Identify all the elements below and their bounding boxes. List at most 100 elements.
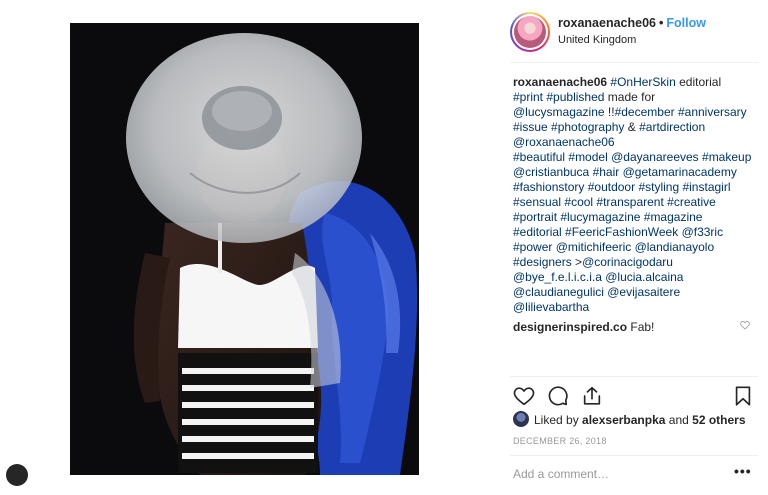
caption-line: #beautiful #model @dayanareeves #makeup bbox=[513, 150, 763, 165]
mention-link[interactable]: @lucysmagazine bbox=[513, 105, 605, 119]
post-caption: roxanaenache06 #OnHerSkin editorial #prin… bbox=[513, 75, 763, 315]
caption-line: #sensual #cool #transparent #creative bbox=[513, 195, 763, 210]
hashtag-link[interactable]: #instagirl bbox=[682, 180, 730, 194]
mention-link[interactable]: @landianayolo bbox=[635, 240, 715, 254]
comment-text: Fab! bbox=[630, 320, 655, 334]
mention-link[interactable]: @evijasaitere bbox=[607, 285, 680, 299]
mention-link[interactable]: @bye_f.e.l.i.c.i.a bbox=[513, 270, 602, 284]
hashtag-link[interactable]: #artdirection bbox=[639, 120, 705, 134]
comment-divider bbox=[510, 455, 758, 456]
share-icon bbox=[583, 386, 601, 405]
hashtag-link[interactable]: #lucymagazine bbox=[560, 210, 640, 224]
caption-line: @claudianegulici @evijasaitere bbox=[513, 285, 763, 300]
share-button[interactable] bbox=[581, 385, 603, 407]
mention-link[interactable]: @cristianbuca bbox=[513, 165, 589, 179]
caption-text: !! bbox=[604, 105, 615, 119]
mention-link[interactable]: @claudianegulici bbox=[513, 285, 604, 299]
hashtag-link[interactable]: #published bbox=[546, 90, 604, 104]
hashtag-link[interactable]: #beautiful bbox=[513, 150, 565, 164]
hashtag-link[interactable]: #magazine bbox=[644, 210, 703, 224]
add-comment-input[interactable] bbox=[513, 467, 693, 481]
liker-avatar[interactable] bbox=[513, 411, 529, 427]
post-date[interactable]: DECEMBER 26, 2018 bbox=[513, 436, 607, 446]
action-bar bbox=[513, 385, 753, 407]
photo-illustration bbox=[70, 23, 419, 475]
header-divider bbox=[510, 62, 758, 63]
caption-text: made for bbox=[604, 90, 656, 104]
caption-line: #issue #photography & #artdirection bbox=[513, 120, 763, 135]
caption-line: #fashionstory #outdoor #styling #instagi… bbox=[513, 180, 763, 195]
caption-line: #portrait #lucymagazine #magazine bbox=[513, 210, 763, 225]
hashtag-link[interactable]: #makeup bbox=[702, 150, 751, 164]
comment-item: designerinspired.co Fab! bbox=[513, 320, 763, 334]
post-header: roxanaenache06 • Follow United Kingdom bbox=[510, 12, 760, 52]
comment-button[interactable] bbox=[547, 385, 569, 407]
hashtag-link[interactable]: #portrait bbox=[513, 210, 557, 224]
hashtag-link[interactable]: #photography bbox=[551, 120, 624, 134]
hashtag-link[interactable]: #creative bbox=[667, 195, 716, 209]
location-link[interactable]: United Kingdom bbox=[558, 34, 636, 46]
actions-divider bbox=[510, 376, 758, 377]
small-heart-icon[interactable] bbox=[740, 320, 750, 330]
caption-text: & bbox=[624, 120, 640, 134]
post-side-panel: roxanaenache06 • Follow United Kingdom rox… bbox=[500, 0, 768, 495]
hashtag-link[interactable]: #designers bbox=[513, 255, 572, 269]
mention-link[interactable]: @dayanareeves bbox=[611, 150, 699, 164]
mention-link[interactable]: @f33ric bbox=[682, 225, 724, 239]
hashtag-link[interactable]: #cool bbox=[564, 195, 593, 209]
hashtag-link[interactable]: #anniversary bbox=[678, 105, 747, 119]
likes-text: Liked by alexserbanpka and 52 others bbox=[534, 413, 746, 427]
mention-link[interactable]: @getamarinacademy bbox=[623, 165, 737, 179]
mention-link[interactable]: @roxanaenache06 bbox=[513, 135, 615, 149]
separator-dot: • bbox=[658, 16, 664, 30]
caption-line: @lilievabartha bbox=[513, 300, 763, 315]
likes-summary: Liked by alexserbanpka and 52 others bbox=[513, 411, 763, 429]
caption-line: roxanaenache06 #OnHerSkin editorial bbox=[513, 75, 763, 90]
caption-line: @cristianbuca #hair @getamarinacademy bbox=[513, 165, 763, 180]
heart-icon bbox=[513, 387, 535, 406]
hashtag-link[interactable]: #transparent bbox=[596, 195, 663, 209]
hashtag-link[interactable]: #OnHerSkin bbox=[610, 75, 675, 89]
mention-link[interactable]: @lilievabartha bbox=[513, 300, 589, 314]
save-button[interactable] bbox=[732, 385, 754, 407]
hashtag-link[interactable]: #FeericFashionWeek bbox=[565, 225, 678, 239]
hashtag-link[interactable]: #styling bbox=[638, 180, 679, 194]
hashtag-link[interactable]: #power bbox=[513, 240, 552, 254]
caption-line: #print #published made for bbox=[513, 90, 763, 105]
mention-link[interactable]: @mitichifeeric bbox=[556, 240, 632, 254]
hashtag-link[interactable]: #print bbox=[513, 90, 543, 104]
hashtag-link[interactable]: #sensual bbox=[513, 195, 561, 209]
caption-text: > bbox=[571, 255, 583, 269]
story-avatar[interactable] bbox=[510, 12, 550, 52]
hashtag-link[interactable]: #fashionstory bbox=[513, 180, 584, 194]
likes-and: and bbox=[668, 413, 689, 427]
like-button[interactable] bbox=[513, 385, 535, 407]
username-link[interactable]: roxanaenache06 bbox=[558, 16, 656, 30]
post-photo[interactable] bbox=[70, 23, 419, 475]
caption-line: @roxanaenache06 bbox=[513, 135, 763, 150]
liked-by-prefix: Liked by bbox=[534, 413, 579, 427]
caption-line: #designers >@corinacigodaru bbox=[513, 255, 763, 270]
hashtag-link[interactable]: #outdoor bbox=[588, 180, 635, 194]
caption-line: @bye_f.e.l.i.c.i.a @lucia.alcaina bbox=[513, 270, 763, 285]
hashtag-link[interactable]: #december bbox=[615, 105, 675, 119]
comment-icon bbox=[548, 386, 568, 406]
hashtag-link[interactable]: #editorial bbox=[513, 225, 562, 239]
mention-link[interactable]: @corinacigodaru bbox=[582, 255, 673, 269]
hashtag-link[interactable]: #model bbox=[568, 150, 607, 164]
header-username-row: roxanaenache06 • Follow bbox=[558, 16, 706, 30]
caption-line: #editorial #FeericFashionWeek @f33ric bbox=[513, 225, 763, 240]
likes-others-link[interactable]: 52 others bbox=[692, 413, 745, 427]
follow-button[interactable]: Follow bbox=[666, 16, 706, 30]
hashtag-link[interactable]: #issue bbox=[513, 120, 548, 134]
caption-line: @lucysmagazine !!#december #anniversary bbox=[513, 105, 763, 120]
caption-text: editorial bbox=[675, 75, 722, 89]
more-options-button[interactable]: ••• bbox=[734, 463, 752, 479]
comment-username[interactable]: designerinspired.co bbox=[513, 320, 627, 334]
profile-avatar-icon[interactable] bbox=[6, 464, 28, 486]
liked-by-user-link[interactable]: alexserbanpka bbox=[582, 413, 665, 427]
hashtag-link[interactable]: #hair bbox=[593, 165, 620, 179]
caption-owner-link[interactable]: roxanaenache06 bbox=[513, 75, 610, 89]
mention-link[interactable]: @lucia.alcaina bbox=[605, 270, 683, 284]
caption-line: #power @mitichifeeric @landianayolo bbox=[513, 240, 763, 255]
